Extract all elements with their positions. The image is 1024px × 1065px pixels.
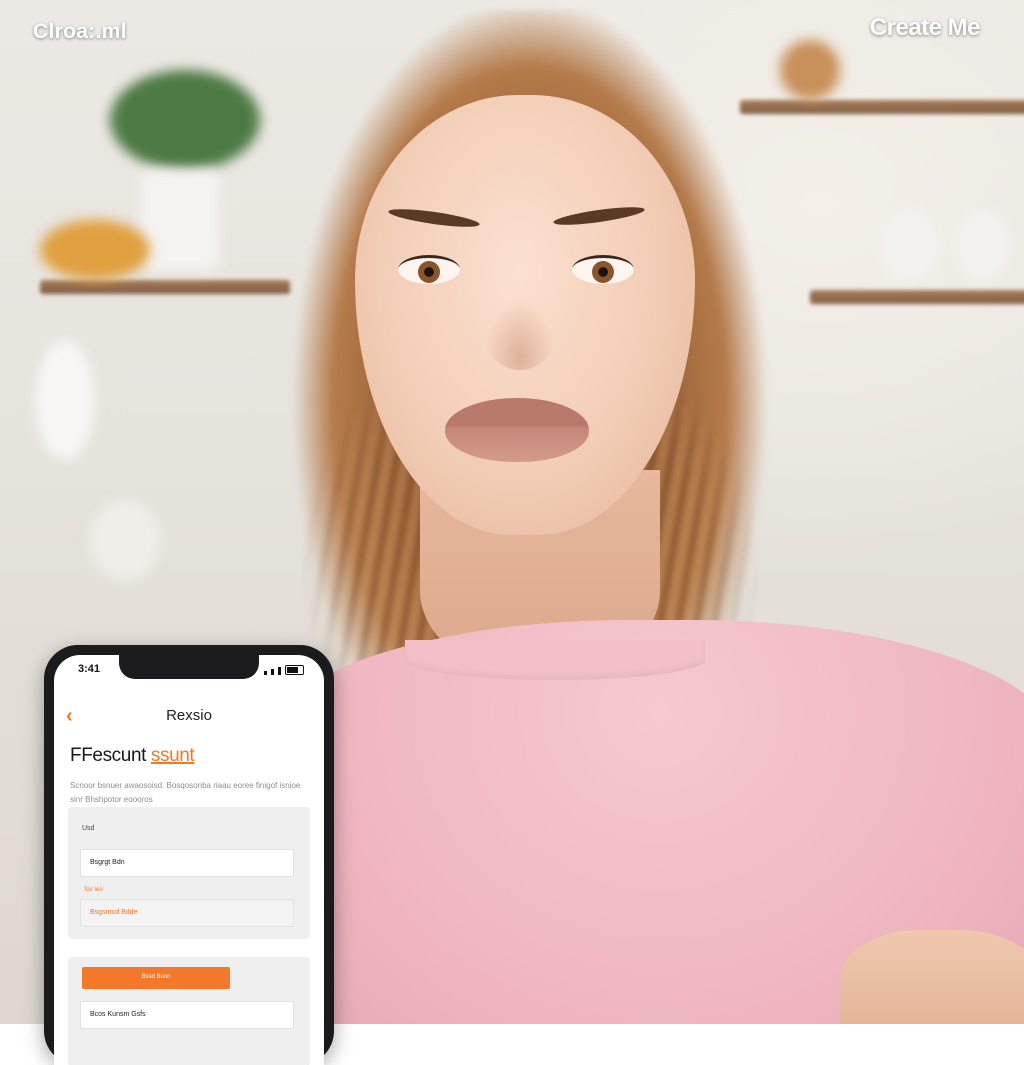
nav-title: Rexsio [166, 707, 212, 724]
text-field-value: Bsgsnrcd Bdde [90, 909, 138, 916]
text-field[interactable]: Bsgsnrcd Bdde [80, 899, 294, 927]
page-title-main: FFescunt [70, 745, 151, 766]
hanging-utensil [90, 500, 160, 580]
nose [485, 300, 555, 370]
phone-mockup: 3:41 ‹ Rexsio FFescunt ssunt Scnoor bsnu… [44, 645, 334, 1065]
shelf-jar [780, 40, 840, 100]
right-eye [572, 255, 634, 284]
status-bar: 3:41 [54, 661, 324, 677]
primary-button[interactable]: Bssd Bunn [82, 967, 230, 989]
field-hint: Ssr ieo [84, 887, 103, 893]
signal-icon [264, 671, 267, 675]
status-time: 3:41 [78, 663, 101, 675]
hanging-utensil [35, 340, 95, 460]
shelf-cup [880, 210, 940, 280]
lips [445, 398, 589, 462]
action-card: Bssd Bunn Bcos Kunsm Gsfs [68, 957, 310, 1065]
kitchen-shelf-right-top [740, 100, 1024, 114]
text-field-value: Bsgrgt Bdn [90, 859, 125, 866]
page-description: Scnoor bsnuer awaosoisd. Bosqosonba riaa… [70, 781, 301, 804]
status-icons [264, 665, 304, 675]
phone-screen: 3:41 ‹ Rexsio FFescunt ssunt Scnoor bsnu… [54, 655, 324, 1065]
text-field[interactable]: Bsgrgt Bdn [80, 849, 294, 877]
watermark-right: Create Me [869, 14, 981, 41]
section-label: Usd [82, 825, 95, 832]
white-pot [140, 170, 220, 270]
fruit-bowl [40, 220, 150, 280]
form-card: Usd Bsgrgt Bdn Ssr ieo Bsgsnrcd Bdde [68, 807, 310, 939]
primary-button-label: Bssd Bunn [141, 974, 171, 980]
page-title-accent: ssunt [150, 745, 195, 766]
text-field[interactable]: Bcos Kunsm Gsfs [80, 1001, 294, 1029]
text-field-value: Bcos Kunsm Gsfs [90, 1011, 146, 1018]
sweater-collar [405, 640, 705, 680]
left-eye [398, 255, 460, 284]
plant [110, 70, 260, 170]
shelf-cup [955, 210, 1010, 280]
signal-icon [271, 669, 274, 675]
battery-icon [285, 665, 304, 675]
page-title: FFescunt ssunt [70, 745, 195, 767]
watermark-left: Clroa:.ml [33, 20, 127, 43]
signal-icon [278, 667, 281, 675]
hand [840, 930, 1024, 1024]
nav-bar: ‹ Rexsio [54, 705, 324, 731]
